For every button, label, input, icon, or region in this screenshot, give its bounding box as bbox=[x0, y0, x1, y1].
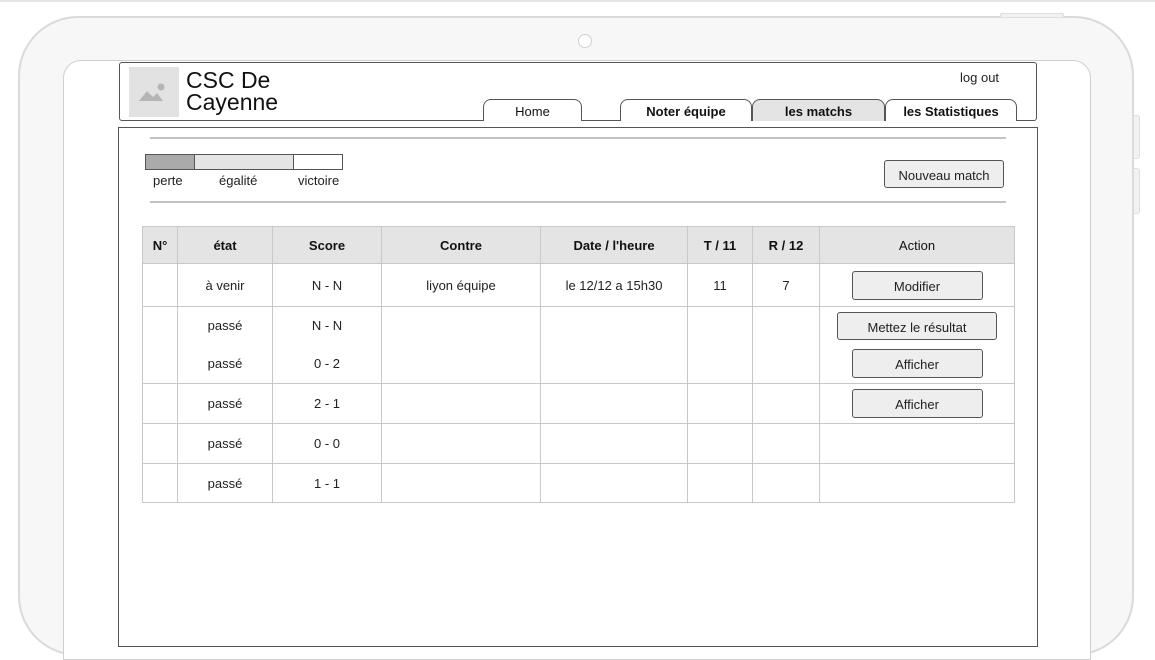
cell-date bbox=[540, 306, 688, 384]
app-title: CSC De Cayenne bbox=[186, 67, 279, 115]
cell-etat: passé passé bbox=[177, 306, 273, 384]
camera-icon bbox=[578, 34, 592, 48]
cell-action bbox=[819, 463, 1015, 503]
afficher-button[interactable]: Afficher bbox=[851, 389, 983, 418]
column-header-num: N° bbox=[142, 226, 178, 264]
column-header-date: Date / l'heure bbox=[540, 226, 688, 264]
cell-score: N - N 0 - 2 bbox=[272, 306, 382, 384]
volume-down-button bbox=[1133, 168, 1140, 214]
table-row: à venir N - N liyon équipe le 12/12 a 15… bbox=[142, 263, 1015, 307]
table-row: passé passé N - N 0 - 2 Mettez le résult… bbox=[142, 306, 1015, 384]
column-header-action: Action bbox=[819, 226, 1015, 264]
cell-date bbox=[540, 463, 688, 503]
tab-les-matchs[interactable]: les matchs bbox=[752, 99, 885, 121]
modifier-button[interactable]: Modifier bbox=[851, 270, 983, 300]
etat-text: passé bbox=[207, 356, 243, 371]
cell-r bbox=[752, 383, 820, 424]
cell-t bbox=[687, 383, 753, 424]
legend-label-perte: perte bbox=[153, 173, 183, 188]
column-header-r: R / 12 bbox=[752, 226, 820, 264]
cell-num bbox=[142, 383, 178, 424]
table-header-row: N° état Score Contre Date / l'heure T / … bbox=[142, 226, 1015, 264]
enter-result-button[interactable]: Mettez le résultat bbox=[837, 312, 997, 340]
cell-date: le 12/12 a 15h30 bbox=[540, 263, 688, 307]
etat-text: passé bbox=[207, 318, 243, 333]
cell-date bbox=[540, 423, 688, 464]
cell-r bbox=[752, 306, 820, 384]
cell-r bbox=[752, 423, 820, 464]
cell-num bbox=[142, 423, 178, 464]
table-row: passé 2 - 1 Afficher bbox=[142, 383, 1015, 424]
cell-num bbox=[142, 463, 178, 503]
cell-t bbox=[687, 463, 753, 503]
legend-swatch-perte bbox=[145, 154, 195, 170]
table-row: passé 1 - 1 bbox=[142, 463, 1015, 503]
image-placeholder-icon bbox=[129, 67, 179, 117]
volume-up-button bbox=[1133, 115, 1140, 159]
top-border bbox=[0, 0, 1155, 2]
cell-contre bbox=[381, 383, 541, 424]
cell-etat: passé bbox=[177, 463, 273, 503]
cell-num bbox=[142, 263, 178, 307]
cell-t bbox=[687, 423, 753, 464]
cell-r: 7 bbox=[752, 263, 820, 307]
legend-label-egalite: égalité bbox=[219, 173, 258, 188]
tab-home[interactable]: Home bbox=[483, 99, 582, 121]
cell-t bbox=[687, 306, 753, 384]
cell-etat: à venir bbox=[177, 263, 273, 307]
cell-num bbox=[142, 306, 178, 384]
cell-contre: liyon équipe bbox=[381, 263, 541, 307]
cell-t: 11 bbox=[687, 263, 753, 307]
legend-swatch-egalite bbox=[194, 154, 294, 170]
cell-etat: passé bbox=[177, 423, 273, 464]
cell-date bbox=[540, 383, 688, 424]
tab-les-statistiques[interactable]: les Statistiques bbox=[885, 99, 1017, 121]
tab-noter-equipe[interactable]: Noter équipe bbox=[620, 99, 752, 121]
cell-contre bbox=[381, 423, 541, 464]
cell-contre bbox=[381, 306, 541, 384]
cell-score: 0 - 0 bbox=[272, 423, 382, 464]
column-header-contre: Contre bbox=[381, 226, 541, 264]
cell-action: Afficher bbox=[819, 383, 1015, 424]
score-text: 0 - 2 bbox=[313, 356, 340, 371]
divider bbox=[150, 201, 1006, 203]
logout-link[interactable]: log out bbox=[960, 70, 999, 85]
divider bbox=[150, 137, 1006, 139]
cell-score: 1 - 1 bbox=[272, 463, 382, 503]
column-header-etat: état bbox=[177, 226, 273, 264]
cell-score: 2 - 1 bbox=[272, 383, 382, 424]
matches-table: N° état Score Contre Date / l'heure T / … bbox=[142, 226, 1015, 503]
cell-contre bbox=[381, 463, 541, 503]
cell-action: Modifier bbox=[819, 263, 1015, 307]
legend-label-victoire: victoire bbox=[298, 173, 340, 188]
legend-swatch-victoire bbox=[293, 154, 343, 170]
cell-score: N - N bbox=[272, 263, 382, 307]
column-header-t: T / 11 bbox=[687, 226, 753, 264]
table-row: passé 0 - 0 bbox=[142, 423, 1015, 464]
cell-r bbox=[752, 463, 820, 503]
cell-action bbox=[819, 423, 1015, 464]
cell-action: Mettez le résultat Afficher bbox=[819, 306, 1015, 384]
afficher-button[interactable]: Afficher bbox=[851, 349, 983, 378]
new-match-button[interactable]: Nouveau match bbox=[884, 160, 1004, 188]
score-text: N - N bbox=[311, 318, 343, 333]
column-header-score: Score bbox=[272, 226, 382, 264]
power-button bbox=[1000, 13, 1064, 18]
cell-etat: passé bbox=[177, 383, 273, 424]
